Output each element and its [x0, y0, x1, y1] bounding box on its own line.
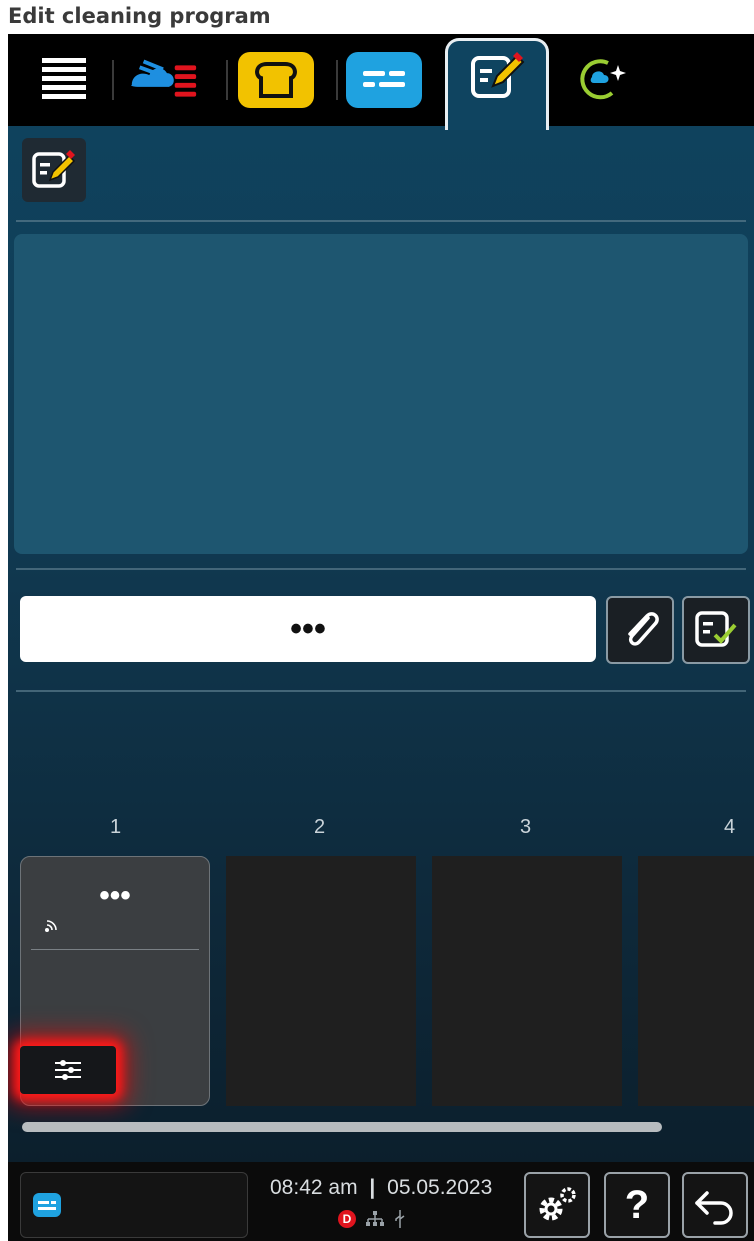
- save-program-button[interactable]: [682, 596, 750, 664]
- top-tab-bar: [8, 34, 754, 130]
- horizontal-scrollbar[interactable]: [22, 1122, 662, 1132]
- device-screen: ••• 1 2 3 4 ••• 08:42 am | 05.05.2023 D …: [8, 34, 754, 1241]
- back-button[interactable]: [682, 1172, 748, 1238]
- attachment-button[interactable]: [606, 596, 674, 664]
- datetime-readout: 08:42 am | 05.05.2023: [270, 1176, 492, 1200]
- sliders-icon: [55, 1060, 81, 1080]
- card-divider: [31, 949, 199, 950]
- menu-icon[interactable]: [26, 52, 102, 108]
- program-list-icon: [33, 1193, 61, 1217]
- edit-program-icon[interactable]: [459, 48, 535, 104]
- cleaning-program-icon[interactable]: [564, 52, 640, 108]
- question-mark-icon: ?: [624, 1182, 650, 1227]
- current-program-button[interactable]: [20, 1172, 248, 1238]
- tab-separator: [112, 60, 114, 100]
- divider: [16, 220, 746, 222]
- date-text: 05.05.2023: [387, 1176, 493, 1199]
- status-badge: D: [338, 1210, 356, 1228]
- page-caption: Edit cleaning program: [8, 4, 271, 28]
- back-arrow-icon: [695, 1191, 733, 1225]
- edit-icon[interactable]: [22, 138, 86, 202]
- step-settings-button[interactable]: [20, 1046, 116, 1094]
- status-icons: D: [338, 1210, 406, 1228]
- program-image-panel[interactable]: [14, 234, 748, 554]
- bakery-bread-icon[interactable]: [238, 52, 314, 108]
- tab-separator: [336, 60, 338, 100]
- step-number-4: 4: [724, 816, 736, 838]
- time-date-separator: |: [369, 1176, 376, 1199]
- paperclip-icon: [628, 612, 659, 646]
- program-name-field[interactable]: •••: [20, 596, 596, 662]
- divider: [16, 568, 746, 570]
- usb-icon: [395, 1210, 405, 1228]
- step-number-2: 2: [314, 816, 326, 838]
- divider: [16, 690, 746, 692]
- network-icon: [366, 1211, 384, 1226]
- bottom-status-bar: 08:42 am | 05.05.2023 D ?: [8, 1162, 754, 1241]
- step-number-1: 1: [110, 816, 122, 838]
- help-button[interactable]: ?: [604, 1172, 670, 1238]
- program-list-icon[interactable]: [346, 52, 422, 108]
- fan-speed-icon: [45, 920, 57, 932]
- step-number-3: 3: [520, 816, 532, 838]
- step-card-3[interactable]: [432, 856, 622, 1106]
- step-card-4[interactable]: [638, 856, 754, 1106]
- settings-button[interactable]: [524, 1172, 590, 1238]
- step-label: •••: [99, 879, 131, 912]
- steam-heat-icon[interactable]: [126, 52, 202, 108]
- tab-separator: [226, 60, 228, 100]
- time-text: 08:42 am: [270, 1176, 358, 1199]
- checklist-icon: [695, 611, 737, 647]
- step-card-2[interactable]: [226, 856, 416, 1106]
- gear-icon: [539, 1187, 576, 1221]
